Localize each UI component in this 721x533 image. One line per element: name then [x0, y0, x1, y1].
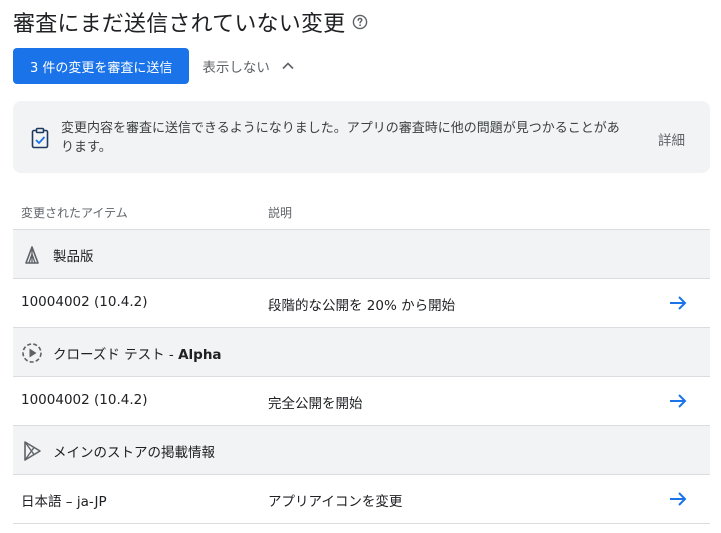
table-row[interactable]: 10004002 (10.4.2) 完全公開を開始	[13, 377, 710, 426]
arrow-right-icon[interactable]	[668, 490, 688, 508]
arrow-right-icon[interactable]	[668, 294, 688, 312]
clipboard-check-icon	[30, 127, 50, 149]
group-row-store-listing: メインのストアの掲載情報	[13, 426, 710, 475]
page-title: 審査にまだ送信されていない変更	[13, 12, 346, 37]
group-row-production: 製品版	[13, 230, 710, 279]
hide-changes-label: 表示しない	[202, 60, 270, 76]
send-for-review-button[interactable]: 3 件の変更を審査に送信	[13, 48, 190, 84]
item-cell: 10004002 (10.4.2)	[21, 294, 148, 310]
review-changes-page: 審査にまだ送信されていない変更 3 件の変更を審査に送信 表示しない 変更内容を…	[0, 0, 721, 533]
group-title: 製品版	[53, 249, 94, 265]
item-cell: 10004002 (10.4.2)	[21, 392, 148, 408]
group-row-closed-testing: クローズド テスト - Alpha	[13, 328, 710, 377]
description-cell: 完全公開を開始	[268, 396, 363, 412]
group-title: メインのストアの掲載情報	[53, 445, 215, 461]
table-row[interactable]: 日本語 – ja-JP アプリアイコンを変更	[13, 475, 710, 524]
page-header: 審査にまだ送信されていない変更	[13, 6, 368, 38]
group-title: クローズド テスト - Alpha	[53, 347, 222, 363]
column-header-description: 説明	[268, 206, 293, 220]
changes-table: 変更されたアイテム 説明 製品版 10004002 (10.4.2) 段階的な公…	[13, 193, 710, 524]
action-bar: 3 件の変更を審査に送信 表示しない	[13, 48, 296, 84]
description-cell: 段階的な公開を 20% から開始	[268, 298, 456, 314]
arrow-right-icon[interactable]	[668, 392, 688, 410]
item-cell: 日本語 – ja-JP	[21, 494, 107, 510]
play-store-icon	[21, 440, 43, 462]
chevron-up-icon	[280, 58, 296, 74]
closed-testing-icon	[21, 342, 43, 364]
info-banner: 変更内容を審査に送信できるようになりました。アプリの審査時に他の問題が見つかるこ…	[13, 101, 710, 173]
column-header-item: 変更されたアイテム	[21, 206, 128, 220]
table-row[interactable]: 10004002 (10.4.2) 段階的な公開を 20% から開始	[13, 279, 710, 328]
hide-changes-toggle[interactable]: 表示しない	[202, 56, 296, 76]
help-circle-icon[interactable]	[352, 14, 368, 30]
details-link[interactable]: 詳細	[658, 129, 685, 149]
table-header: 変更されたアイテム 説明	[13, 193, 710, 230]
description-cell: アプリアイコンを変更	[268, 494, 403, 510]
production-track-icon	[21, 244, 43, 266]
banner-message: 変更内容を審査に送信できるようになりました。アプリの審査時に他の問題が見つかるこ…	[61, 121, 620, 155]
